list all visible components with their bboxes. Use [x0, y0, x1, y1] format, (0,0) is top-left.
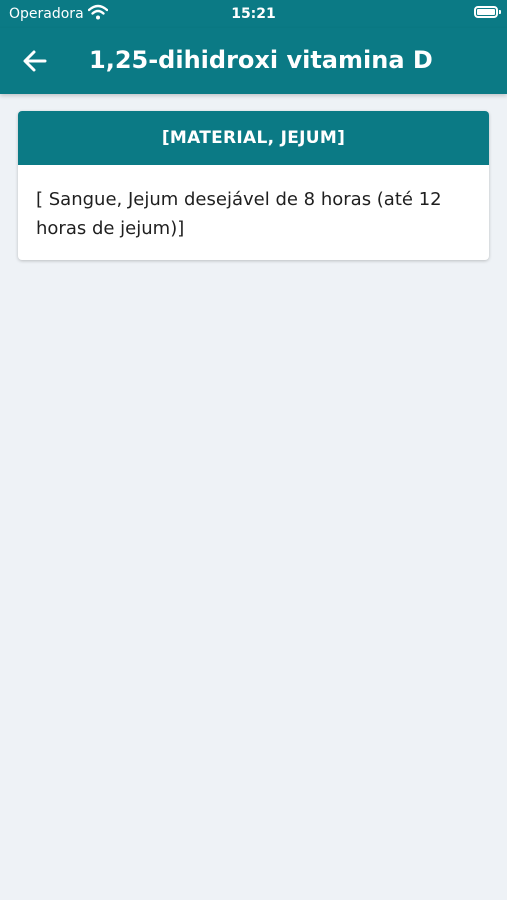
page-title: 1,25-dihidroxi vitamina D: [89, 46, 433, 74]
battery-icon: [474, 6, 501, 18]
arrow-left-icon: [23, 50, 47, 72]
info-card: [MATERIAL, JEJUM] [ Sangue, Jejum desejá…: [18, 111, 489, 260]
status-bar: Operadora 15:21: [0, 0, 507, 28]
card-body-text: [ Sangue, Jejum desejável de 8 horas (at…: [36, 189, 442, 239]
card-header: [MATERIAL, JEJUM]: [18, 111, 489, 165]
app-bar: 1,25-dihidroxi vitamina D: [0, 28, 507, 94]
back-button[interactable]: [18, 44, 52, 78]
clock: 15:21: [231, 6, 276, 22]
